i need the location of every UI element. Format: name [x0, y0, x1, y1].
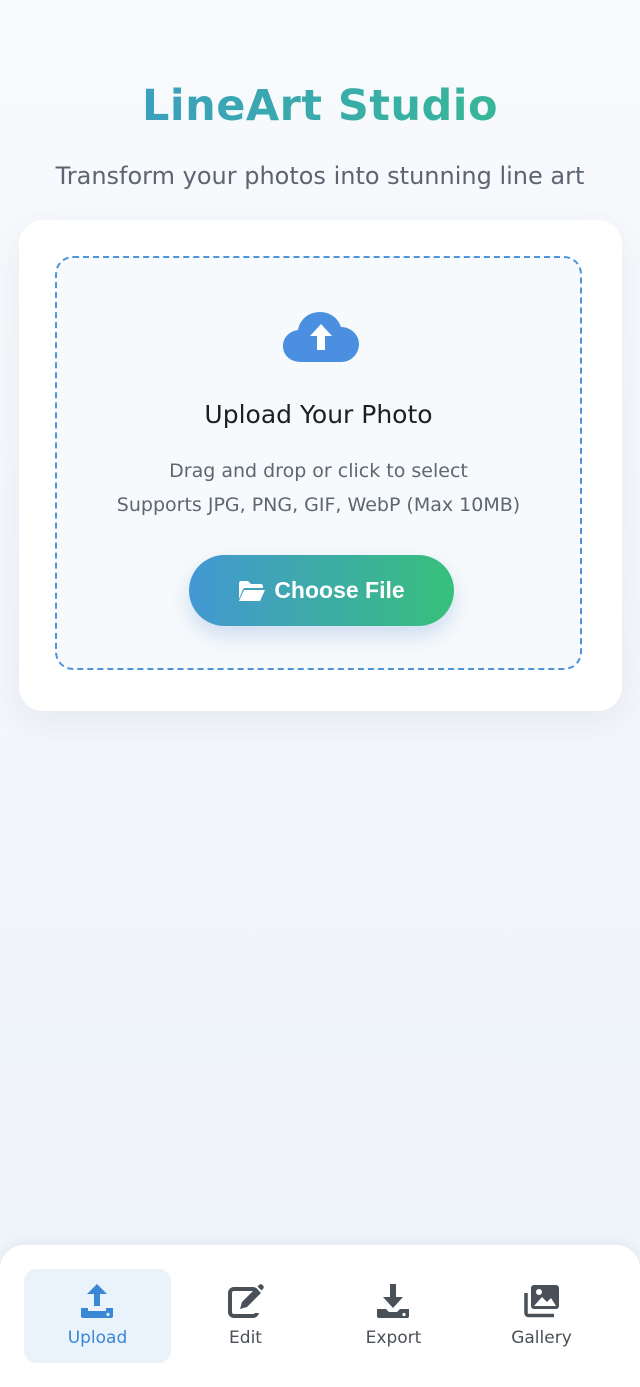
nav-label-edit: Edit	[229, 1328, 262, 1348]
nav-label-export: Export	[365, 1328, 422, 1348]
upload-icon	[81, 1284, 113, 1318]
choose-file-button[interactable]: Choose File	[189, 555, 454, 626]
download-icon	[377, 1284, 409, 1318]
app-subtitle: Transform your photos into stunning line…	[55, 162, 585, 190]
upload-formats-line: Supports JPG, PNG, GIF, WebP (Max 10MB)	[116, 494, 521, 516]
nav-item-gallery[interactable]: Gallery	[468, 1269, 615, 1363]
dropzone[interactable]: Upload Your Photo Drag and drop or click…	[55, 256, 582, 670]
edit-icon	[228, 1284, 264, 1318]
nav-label-gallery: Gallery	[511, 1328, 572, 1348]
nav-item-upload[interactable]: Upload	[24, 1269, 171, 1363]
choose-file-label: Choose File	[274, 577, 405, 603]
upload-hint-line: Drag and drop or click to select	[169, 460, 468, 482]
bottom-nav: Upload Edit Export Gallery	[0, 1245, 640, 1387]
folder-open-icon	[239, 580, 266, 601]
cloud-upload-icon	[283, 312, 359, 362]
nav-label-upload: Upload	[67, 1328, 128, 1348]
gallery-icon	[524, 1285, 559, 1318]
app-screen: LineArt Studio Transform your photos int…	[0, 0, 640, 1387]
nav-item-edit[interactable]: Edit	[172, 1269, 319, 1363]
app-title: LineArt Studio	[0, 78, 640, 134]
upload-heading: Upload Your Photo	[204, 400, 433, 429]
upload-hint: Drag and drop or click to select Support…	[57, 454, 580, 522]
upload-card: Upload Your Photo Drag and drop or click…	[19, 220, 622, 711]
nav-item-export[interactable]: Export	[320, 1269, 467, 1363]
